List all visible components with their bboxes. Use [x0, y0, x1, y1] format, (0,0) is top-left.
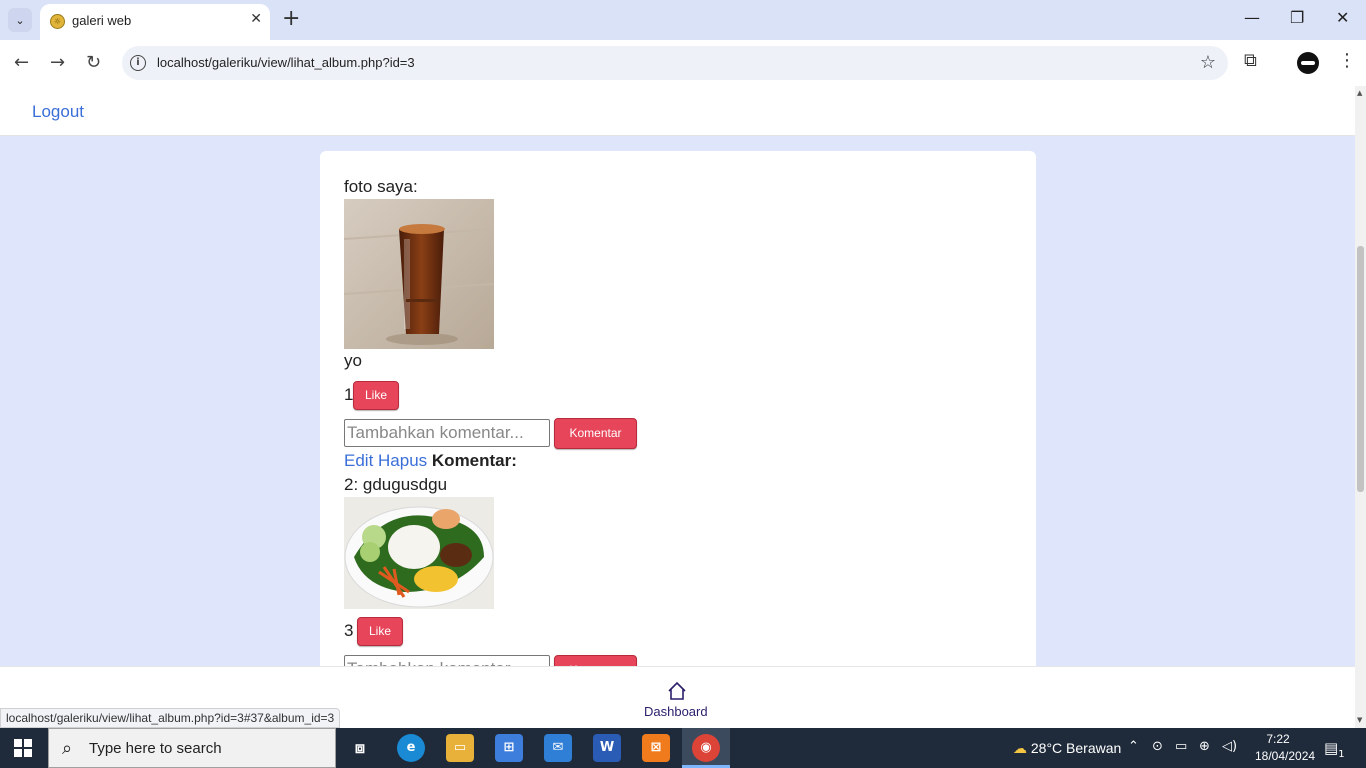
file-explorer-icon[interactable]: ▭	[446, 734, 474, 762]
photo-rice-dish	[344, 497, 494, 609]
weather-widget[interactable]: ☁ 28°C Berawan	[1013, 740, 1121, 757]
back-icon[interactable]: ←	[14, 52, 29, 73]
system-clock[interactable]: 7:22 18/04/2024	[1255, 731, 1316, 765]
tab-title: galeri web	[72, 13, 132, 28]
xampp-icon[interactable]: ⊠	[642, 734, 670, 762]
bookmark-star-icon[interactable]: ☆	[1200, 52, 1216, 73]
mail-icon[interactable]: ✉	[544, 734, 572, 762]
reload-icon[interactable]: ↻	[86, 52, 101, 73]
clock-date: 18/04/2024	[1255, 749, 1316, 763]
search-placeholder[interactable]: Type here to search	[89, 740, 222, 757]
comment-input[interactable]: Tambahkan komentar...	[344, 419, 550, 447]
edge-icon[interactable]: e	[397, 734, 425, 762]
task-view-icon[interactable]: ⧈	[346, 734, 374, 762]
weather-text: 28°C Berawan	[1030, 740, 1122, 756]
dashboard-link[interactable]: Dashboard	[644, 704, 708, 719]
battery-icon[interactable]: ▭	[1175, 739, 1187, 754]
logout-link[interactable]: Logout	[32, 102, 84, 122]
taskbar-search[interactable]: ⌕ Type here to search	[48, 728, 336, 768]
menu-kebab-icon[interactable]: ⋮	[1338, 50, 1356, 71]
network-globe-icon[interactable]: ⊕	[1199, 739, 1210, 754]
page-scrollbar[interactable]: ▲ ▼	[1355, 86, 1366, 728]
edit-link[interactable]: Edit	[344, 451, 373, 470]
photo-iced-tea	[344, 199, 494, 349]
clock-time: 7:22	[1266, 732, 1290, 746]
close-window-icon[interactable]: ✕	[1336, 8, 1349, 27]
link-status-bar: localhost/galeriku/view/lihat_album.php?…	[0, 708, 341, 728]
album-heading: foto saya:	[344, 177, 418, 196]
cloud-sun-icon: ☁	[1013, 740, 1027, 756]
chrome-icon[interactable]: ◉	[692, 734, 720, 762]
comment-submit-button[interactable]: Komentar	[554, 418, 637, 449]
favicon-icon: ☼	[50, 14, 65, 29]
scroll-thumb[interactable]	[1357, 246, 1364, 492]
forward-icon[interactable]: →	[50, 52, 65, 73]
word-icon[interactable]: W	[593, 734, 621, 762]
comments-label: Komentar:	[431, 451, 517, 470]
scroll-down-icon[interactable]: ▼	[1357, 716, 1362, 724]
home-icon[interactable]	[667, 681, 687, 701]
url-text[interactable]: localhost/galeriku/view/lihat_album.php?…	[157, 55, 415, 70]
browser-toolbar: ← → ↻ i localhost/galeriku/view/lihat_al…	[0, 40, 1366, 86]
scroll-up-icon[interactable]: ▲	[1357, 89, 1362, 97]
like-button[interactable]: Like	[357, 617, 403, 646]
store-icon[interactable]: ⊞	[495, 734, 523, 762]
windows-taskbar: ⌕ Type here to search ⧈ e ▭ ⊞ ✉ W ⊠ ◉ ☁ …	[0, 728, 1366, 768]
photo-caption: yo	[344, 351, 362, 370]
close-tab-icon[interactable]: ✕	[250, 11, 262, 27]
browser-tab-bar: ⌄ ☼ galeri web ✕ + — ❐ ✕	[0, 0, 1366, 40]
photo-actions: Edit Hapus Komentar:	[344, 451, 517, 471]
like-button[interactable]: Like	[353, 381, 399, 410]
restore-icon[interactable]: ❐	[1290, 8, 1304, 27]
new-tab-icon[interactable]: +	[282, 8, 300, 30]
profile-avatar[interactable]	[1297, 52, 1319, 74]
volume-icon[interactable]: ◁)	[1222, 739, 1237, 754]
album-card: foto saya: yo 1 Like Tambahkan komentar.…	[320, 151, 1036, 728]
site-info-icon[interactable]: i	[130, 55, 146, 71]
show-hidden-icons-icon[interactable]: ⌃	[1128, 739, 1139, 754]
search-icon: ⌕	[62, 738, 73, 759]
address-bar[interactable]: i localhost/galeriku/view/lihat_album.ph…	[122, 46, 1228, 80]
delete-link[interactable]: Hapus	[378, 451, 427, 470]
webcam-icon[interactable]: ⊙	[1152, 739, 1163, 754]
windows-start-icon[interactable]	[14, 739, 32, 757]
notification-center-icon[interactable]: ▤1	[1324, 739, 1345, 760]
page-viewport: Logout foto saya: yo 1 Like Tambahkan ko…	[0, 86, 1355, 728]
tab-search-icon[interactable]: ⌄	[8, 8, 32, 32]
extensions-icon[interactable]: ⧉	[1244, 50, 1257, 71]
notification-count: 1	[1338, 749, 1345, 760]
minimize-icon[interactable]: —	[1244, 8, 1260, 27]
like-count: 3	[344, 621, 354, 640]
photo-title: 2: gdugusdgu	[344, 475, 448, 494]
browser-tab[interactable]: ☼ galeri web ✕	[40, 4, 270, 40]
top-navbar: Logout	[0, 86, 1355, 136]
